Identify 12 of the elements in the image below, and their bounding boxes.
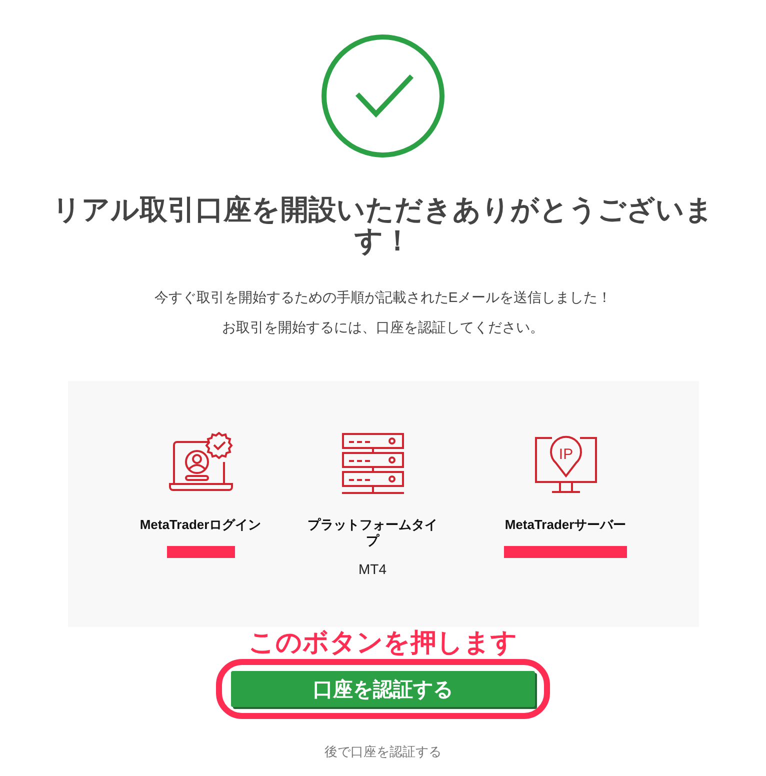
page-heading: リアル取引口座を開設いただきありがとうございます！ (52, 194, 714, 256)
success-check-icon (321, 34, 445, 158)
verify-account-button[interactable]: 口座を認証する (231, 671, 535, 707)
server-rack-icon (340, 432, 404, 496)
detail-value: MT4 (358, 561, 386, 577)
detail-label: MetaTraderサーバー (504, 517, 628, 533)
detail-label: MetaTraderログイン (138, 517, 262, 533)
info-message: 今すぐ取引を開始するための手順が記載されたEメールを送信しました！ (154, 288, 612, 307)
detail-label: プラットフォームタイプ (306, 517, 438, 549)
annotation-text: このボタンを押します (248, 627, 518, 657)
info-message: お取引を開始するには、口座を認証してください。 (222, 318, 544, 337)
verify-later-link[interactable]: 後で口座を認証する (324, 743, 442, 761)
